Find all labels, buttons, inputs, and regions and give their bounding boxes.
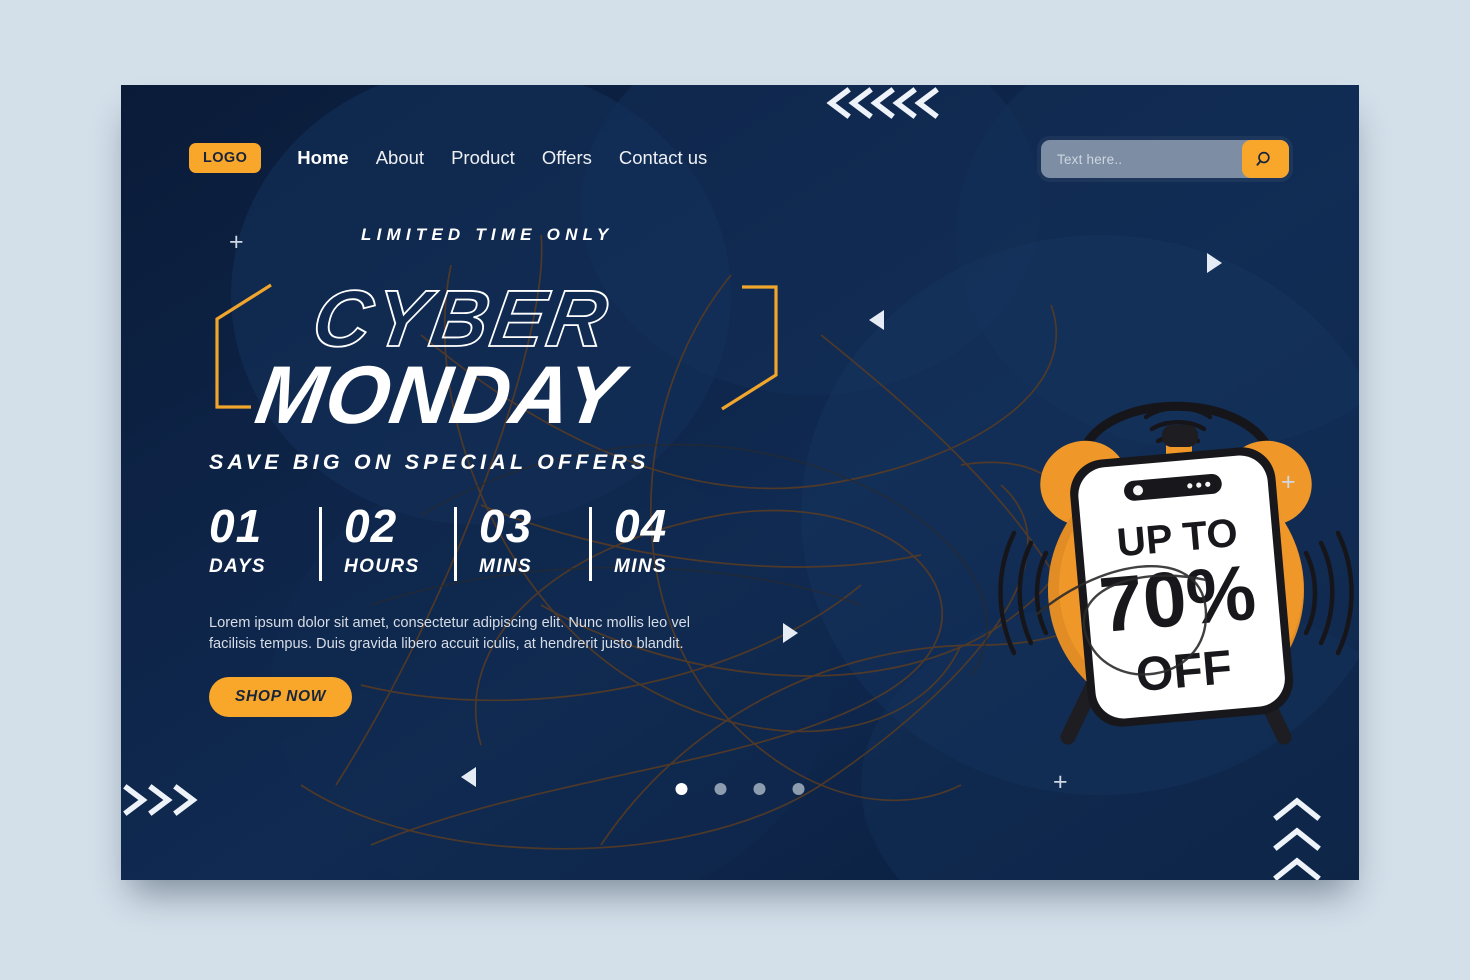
countdown-unit-hours: 02 HOURS (344, 503, 436, 578)
plus-decoration-icon: + (229, 228, 244, 256)
plus-decoration-icon: + (1281, 468, 1296, 496)
countdown-label-mins: MINS (479, 556, 533, 577)
countdown-timer: 01 DAYS 02 HOURS 03 MINS 04 MINS (209, 503, 849, 581)
countdown-unit-days: 01 DAYS (209, 503, 301, 578)
play-triangle-left-icon (869, 310, 884, 330)
carousel-dots[interactable] (675, 783, 805, 795)
hero-copy: LIMITED TIME ONLY CYBER MONDAY SAVE BIG … (209, 225, 849, 718)
countdown-separator (589, 507, 592, 581)
countdown-separator (454, 507, 457, 581)
countdown-separator (319, 507, 322, 581)
promo-line-2: 70% (1096, 548, 1259, 649)
search-button[interactable] (1242, 140, 1289, 178)
chevron-up-group-bottom-right-icon (1273, 797, 1321, 880)
search-input[interactable]: Text here.. (1041, 152, 1242, 167)
shop-now-button[interactable]: SHOP NOW (209, 677, 353, 718)
countdown-label-days: DAYS (209, 556, 266, 577)
countdown-unit-secs: 04 MINS (614, 503, 706, 578)
carousel-dot-4[interactable] (792, 783, 805, 795)
hero-title-block: CYBER MONDAY (209, 251, 849, 441)
countdown-unit-mins: 03 MINS (479, 503, 571, 578)
search-bar[interactable]: Text here.. (1041, 140, 1289, 178)
alarm-clock-illustration: UP TO 70% OFF (998, 401, 1354, 745)
countdown-value-days: 01 (209, 500, 263, 552)
plus-decoration-icon: + (1053, 768, 1068, 796)
countdown-value-hours: 02 (344, 500, 398, 552)
hero-paragraph: Lorem ipsum dolor sit amet, consectetur … (209, 615, 690, 653)
carousel-dot-1[interactable] (675, 783, 688, 795)
carousel-dot-3[interactable] (753, 783, 766, 795)
hero-kicker: LIMITED TIME ONLY (361, 225, 614, 244)
chevron-left-group-top-icon (826, 87, 939, 119)
nav-item-about[interactable]: About (376, 147, 424, 169)
logo-badge[interactable]: LOGO (189, 143, 262, 173)
play-triangle-right-icon (1207, 253, 1222, 273)
carousel-dot-2[interactable] (714, 783, 727, 795)
chevron-right-group-bottom-left-icon (123, 784, 198, 816)
hero-banner: LOGO Home About Product Offers Contact u… (121, 85, 1359, 880)
countdown-value-secs: 04 (614, 500, 668, 552)
search-icon (1256, 151, 1270, 166)
play-triangle-left-icon (461, 767, 476, 787)
countdown-label-secs: MINS (614, 556, 668, 577)
promo-line-3: OFF (1134, 641, 1234, 702)
countdown-value-mins: 03 (479, 500, 533, 552)
nav-item-contact-us[interactable]: Contact us (619, 147, 707, 169)
main-navigation: LOGO Home About Product Offers Contact u… (189, 143, 734, 173)
hero-subhead: SAVE BIG ON SPECIAL OFFERS (209, 450, 650, 474)
play-triangle-right-icon (783, 623, 798, 643)
nav-item-product[interactable]: Product (451, 147, 515, 169)
countdown-label-hours: HOURS (344, 556, 420, 577)
nav-item-offers[interactable]: Offers (542, 147, 592, 169)
hero-title-monday: MONDAY (249, 350, 629, 441)
nav-item-home[interactable]: Home (297, 147, 348, 169)
